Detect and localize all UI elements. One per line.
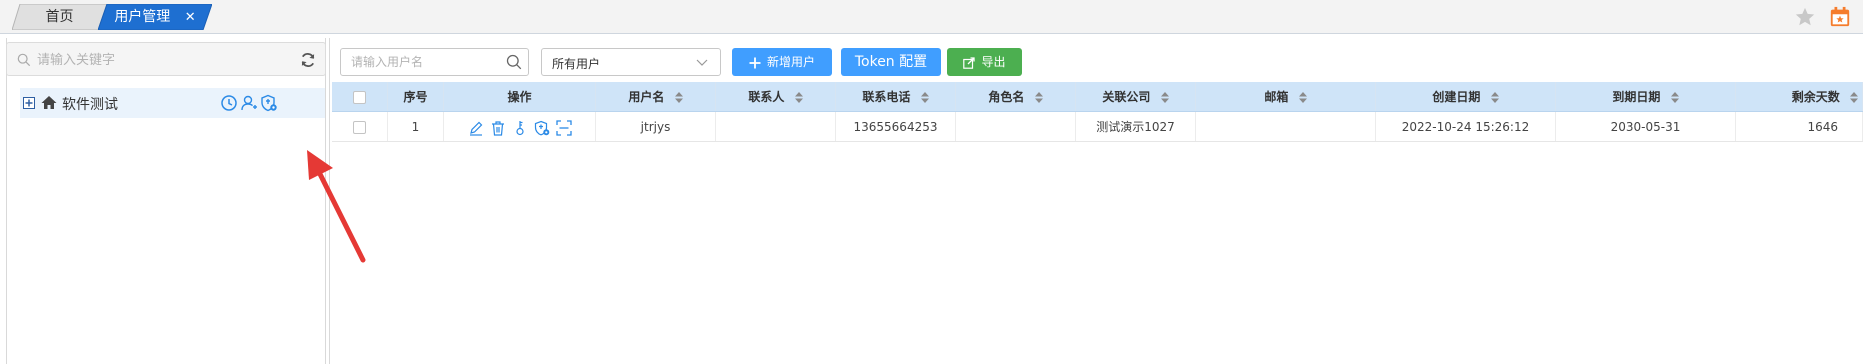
tree-node-software-test[interactable]: 软件测试 [20,88,325,118]
calendar-icon[interactable] [1829,6,1851,28]
token-config-label: Token 配置 [854,54,928,70]
scan-icon[interactable] [555,119,572,136]
expand-icon[interactable] [23,97,35,109]
export-button[interactable]: 导出 [947,48,1022,76]
username-search-input[interactable] [351,53,501,71]
username-search-box [340,48,529,76]
header-ops: 操作 [444,82,596,111]
add-user-icon[interactable] [240,94,258,112]
tree-search-input[interactable] [37,49,277,71]
header-username-label: 用户名 [628,90,665,104]
header-contact[interactable]: 联系人 [716,82,836,111]
sort-icon [1160,92,1169,103]
sort-icon [1490,92,1499,103]
plus-icon [749,57,761,68]
panel-border [6,38,326,364]
header-phone-label: 联系电话 [862,90,911,104]
star-icon[interactable] [1794,6,1816,28]
user-filter-value: 所有用户 [552,57,601,71]
header-contact-label: 联系人 [748,90,785,104]
cell-role [956,112,1076,141]
table-row[interactable]: 1 jtrjys 13655664253 测试演示1027 2022-10-24… [332,112,1863,142]
clock-icon[interactable] [220,94,238,112]
search-icon [17,53,31,67]
header-created-label: 创建日期 [1432,90,1481,104]
tab-close-icon[interactable]: ✕ [185,10,196,25]
home-icon [41,96,57,109]
sort-icon [1850,92,1858,103]
sort-icon [1670,92,1679,103]
tab-bar: 首页 用户管理 ✕ [0,0,1863,34]
header-phone[interactable]: 联系电话 [836,82,956,111]
search-icon[interactable] [506,54,522,70]
chevron-down-icon [696,59,708,66]
cell-company: 测试演示1027 [1076,112,1196,141]
sort-icon [674,92,683,103]
header-expire[interactable]: 到期日期 [1556,82,1736,111]
header-company[interactable]: 关联公司 [1076,82,1196,111]
select-all-checkbox[interactable] [353,91,366,104]
key-icon[interactable] [512,120,528,136]
sort-icon [1034,92,1043,103]
tab-user-management[interactable]: 用户管理 ✕ [98,4,212,30]
header-index-label: 序号 [403,90,428,104]
sort-icon [794,92,803,103]
cell-expire: 2030-05-31 [1556,112,1736,141]
user-filter-select[interactable]: 所有用户 [541,48,721,76]
cell-remaining: 1646 [1736,112,1863,141]
header-expire-label: 到期日期 [1612,90,1661,104]
add-user-label: 新增用户 [766,55,815,69]
org-tree-panel: 软件测试 [0,38,366,364]
header-company-label: 关联公司 [1102,90,1151,104]
header-remaining[interactable]: 剩余天数 [1736,82,1863,111]
sort-icon [920,92,929,103]
sort-icon [1298,92,1307,103]
header-created[interactable]: 创建日期 [1376,82,1556,111]
tree-search-box [6,42,326,76]
row-checkbox[interactable] [353,121,366,134]
header-remaining-label: 剩余天数 [1791,90,1840,104]
header-role[interactable]: 角色名 [956,82,1076,111]
cell-email [1196,112,1376,141]
tab-home[interactable]: 首页 [12,4,107,30]
tab-home-label: 首页 [45,9,74,25]
header-role-label: 角色名 [988,90,1025,104]
delete-icon[interactable] [490,120,506,136]
cell-phone: 13655664253 [836,112,956,141]
header-select-all [332,82,388,111]
header-index: 序号 [388,82,444,111]
header-email-label: 邮箱 [1264,90,1289,104]
cell-index: 1 [388,112,444,141]
export-label: 导出 [981,55,1006,69]
tree-node-label: 软件测试 [62,97,118,113]
row-select-cell [332,112,388,141]
cell-ops [444,112,596,141]
token-config-button[interactable]: Token 配置 [841,48,941,76]
add-user-button[interactable]: 新增用户 [732,48,832,76]
header-username[interactable]: 用户名 [596,82,716,111]
user-management-main: 所有用户 新增用户 Token 配置 导出 序号 操作 [332,38,1863,364]
shield-settings-icon[interactable] [260,94,278,112]
table-header: 序号 操作 用户名 联系人 联系电话 角色名 关联公司 邮箱 创建日期 到期日期… [332,82,1863,112]
refresh-icon[interactable] [299,51,317,69]
cell-username: jtrjys [596,112,716,141]
export-icon [963,56,976,69]
cell-contact [716,112,836,141]
header-ops-label: 操作 [507,90,532,104]
header-email[interactable]: 邮箱 [1196,82,1376,111]
edit-icon[interactable] [468,120,484,136]
cell-created: 2022-10-24 15:26:12 [1376,112,1556,141]
shield-settings-icon[interactable] [534,120,550,136]
tab-users-label: 用户管理 [114,9,171,25]
